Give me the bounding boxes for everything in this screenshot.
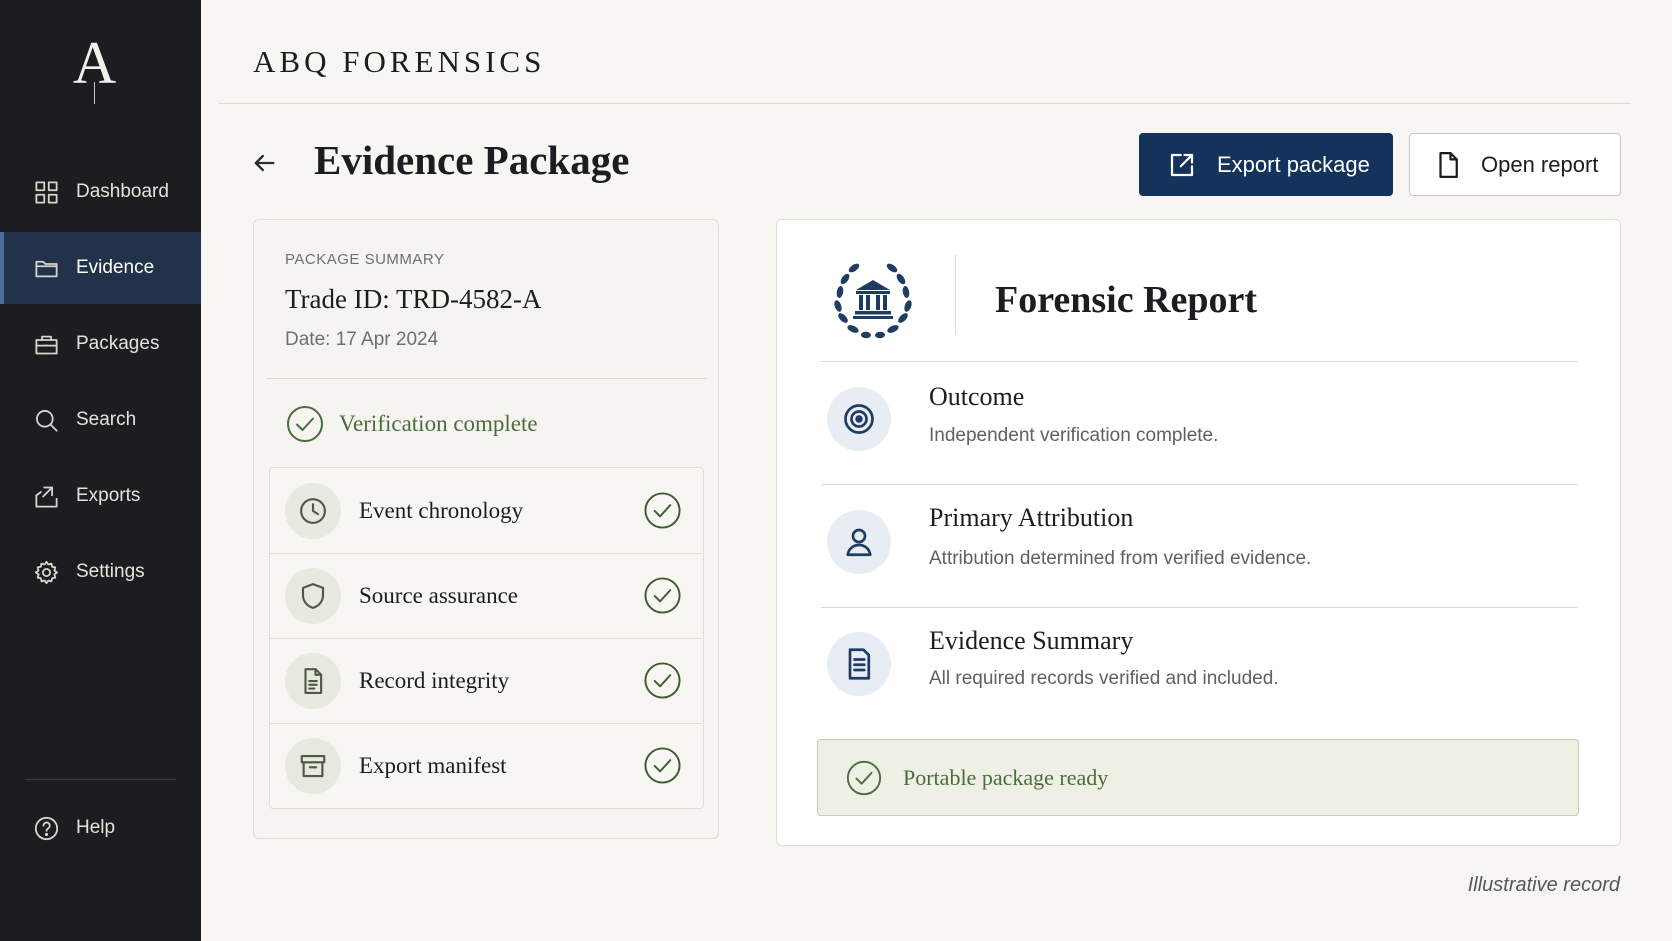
report-title: Forensic Report <box>995 279 1258 321</box>
section-description: All required records verified and includ… <box>929 668 1279 689</box>
external-link-icon <box>1170 153 1194 176</box>
section-title: Primary Attribution <box>929 503 1134 532</box>
section-label: PACKAGE SUMMARY <box>285 251 445 268</box>
folder-icon <box>33 255 60 282</box>
brand-name: ABQ FORENSICS <box>253 44 546 79</box>
report-section-outcome[interactable]: Outcome Independent verification complet… <box>821 362 1578 484</box>
sidebar-item-label: Exports <box>76 485 141 506</box>
section-description: Attribution determined from verified evi… <box>929 548 1312 569</box>
check-label: Event chronology <box>359 497 524 523</box>
footnote: Illustrative record <box>1467 874 1620 896</box>
report-section-primary-attribution[interactable]: Primary Attribution Attribution determin… <box>821 485 1578 607</box>
list-item[interactable]: Export manifest <box>270 723 702 808</box>
check-circle-icon <box>846 760 882 795</box>
file-icon <box>1439 151 1458 178</box>
user-icon <box>827 510 891 574</box>
section-description: Independent verification complete. <box>929 425 1219 446</box>
package-summary-card: PACKAGE SUMMARY Trade ID: TRD-4582-A Dat… <box>253 219 719 839</box>
sidebar-item-label: Packages <box>76 333 160 354</box>
verification-status: Verification complete <box>285 404 538 444</box>
header-divider <box>219 103 1631 104</box>
check-circle-icon <box>643 746 682 785</box>
check-circle-icon <box>643 491 682 530</box>
briefcase-icon <box>33 331 60 358</box>
sidebar-divider <box>25 779 176 780</box>
section-title: Outcome <box>929 382 1025 411</box>
open-report-button[interactable]: Open report <box>1409 133 1621 196</box>
verification-text: Verification complete <box>339 411 538 436</box>
check-circle-icon <box>287 406 323 442</box>
page-title: Evidence Package <box>314 137 630 183</box>
sidebar-item-help[interactable]: Help <box>0 792 201 864</box>
list-item[interactable]: Event chronology <box>270 468 702 553</box>
grid-icon <box>33 179 60 206</box>
sidebar-item-packages[interactable]: Packages <box>0 308 201 380</box>
gear-icon <box>33 559 60 586</box>
export-package-button[interactable]: Export package <box>1139 133 1393 196</box>
document-list-icon <box>827 632 891 696</box>
package-ready-banner: Portable package ready <box>817 739 1579 816</box>
sidebar: A Dashboard Evidence Packages Search Exp… <box>0 0 201 941</box>
sidebar-item-dashboard[interactable]: Dashboard <box>0 156 201 228</box>
institution-seal-icon <box>828 254 918 344</box>
help-icon <box>33 815 60 842</box>
list-item[interactable]: Record integrity <box>270 638 702 723</box>
sidebar-item-label: Help <box>76 817 116 838</box>
sidebar-item-settings[interactable]: Settings <box>0 536 201 608</box>
shield-icon <box>285 567 341 624</box>
check-label: Export manifest <box>359 752 507 778</box>
back-button[interactable] <box>250 149 280 179</box>
logo-stem <box>94 82 95 104</box>
clock-icon <box>285 482 341 539</box>
sidebar-item-label: Evidence <box>76 257 155 278</box>
package-date: Date: 17 Apr 2024 <box>285 329 439 350</box>
summary-divider <box>266 378 707 379</box>
trade-id: Trade ID: TRD-4582-A <box>285 284 542 314</box>
check-label: Source assurance <box>359 582 519 608</box>
export-package-label: Export package <box>1217 151 1370 177</box>
report-section-evidence-summary[interactable]: Evidence Summary All required records ve… <box>821 608 1578 730</box>
sidebar-item-label: Dashboard <box>76 181 169 202</box>
section-title: Evidence Summary <box>929 626 1134 655</box>
export-icon <box>33 483 60 510</box>
arrow-left-icon <box>254 154 275 172</box>
archive-box-icon <box>285 737 341 794</box>
sidebar-item-search[interactable]: Search <box>0 384 201 456</box>
sidebar-item-evidence[interactable]: Evidence <box>0 232 201 304</box>
forensic-report-card: Forensic Report Outcome Independent veri… <box>776 219 1621 846</box>
list-item[interactable]: Source assurance <box>270 553 702 638</box>
sidebar-item-label: Settings <box>76 561 145 582</box>
sidebar-item-exports[interactable]: Exports <box>0 460 201 532</box>
check-circle-icon <box>643 661 682 700</box>
check-circle-icon <box>643 576 682 615</box>
open-report-label: Open report <box>1481 151 1599 177</box>
document-icon <box>285 652 341 709</box>
target-icon <box>827 387 891 451</box>
sidebar-item-label: Search <box>76 409 137 430</box>
search-icon <box>33 407 60 434</box>
check-label: Record integrity <box>359 667 510 693</box>
verification-check-list: Event chronology Source assurance Record… <box>269 467 704 809</box>
ready-text: Portable package ready <box>903 764 1109 790</box>
header-divider <box>955 255 956 335</box>
